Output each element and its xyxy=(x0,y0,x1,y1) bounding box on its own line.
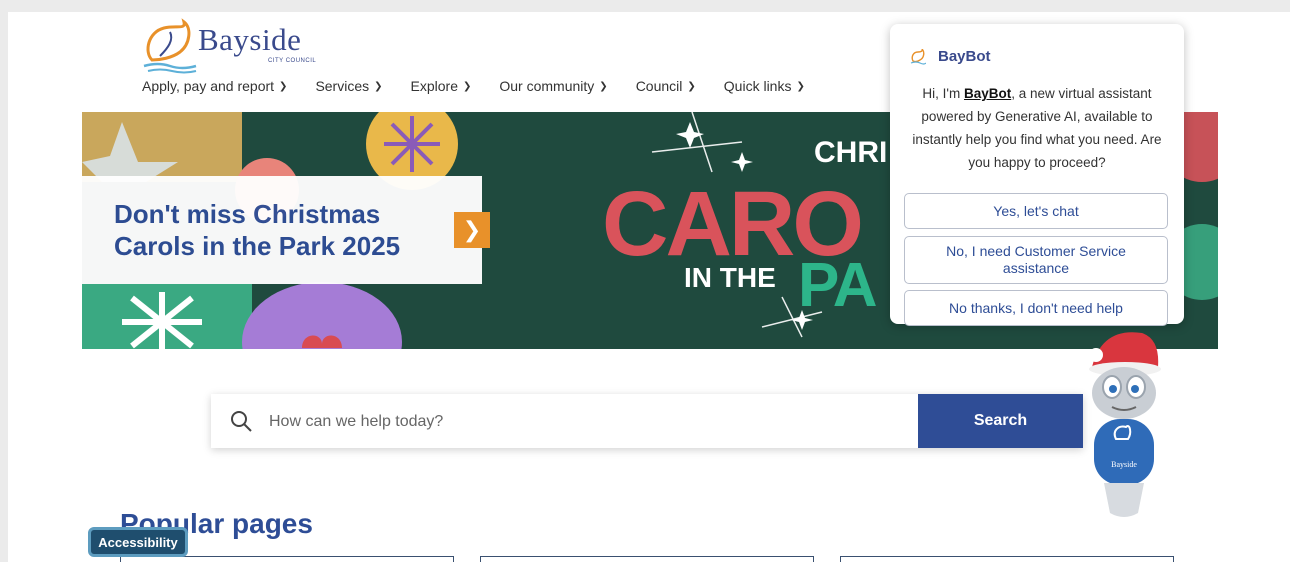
main-nav: Apply, pay and report ❯ Services ❯ Explore… xyxy=(142,78,833,94)
logo-subtext: CITY COUNCIL xyxy=(268,58,317,64)
baybot-name-link[interactable]: BayBot xyxy=(964,86,1011,101)
baybot-mascot[interactable]: Bayside xyxy=(1082,327,1166,523)
chevron-down-icon: ❯ xyxy=(462,80,472,92)
nav-apply-pay-report[interactable]: Apply, pay and report ❯ xyxy=(142,78,287,94)
banner-art-inthe: IN THE xyxy=(684,262,776,293)
baybot-panel: BayBot Hi, I'm BayBot, a new virtual ass… xyxy=(890,24,1184,326)
logo-swan-icon xyxy=(143,18,197,74)
baybot-name: BayBot xyxy=(938,48,991,65)
accessibility-button[interactable]: Accessibility xyxy=(88,527,188,557)
nav-council[interactable]: Council ❯ xyxy=(636,78,696,94)
option-no-thanks[interactable]: No thanks, I don't need help xyxy=(904,290,1168,326)
banner-art-pa: PA xyxy=(798,251,878,320)
popular-card[interactable] xyxy=(480,556,814,562)
logo-text: Bayside xyxy=(198,22,302,57)
baybot-header: BayBot xyxy=(910,48,991,65)
chevron-right-icon: ❯ xyxy=(462,217,482,242)
page: Bayside CITY COUNCIL Apply, pay and repo… xyxy=(8,12,1290,562)
option-yes-chat[interactable]: Yes, let's chat xyxy=(904,193,1168,229)
banner-card: Don't miss Christmas Carols in the Park … xyxy=(82,176,482,284)
popular-card[interactable] xyxy=(840,556,1174,562)
banner-art-chri: CHRI xyxy=(814,136,888,169)
chevron-down-icon: ❯ xyxy=(687,80,696,92)
search-bar: Search xyxy=(211,394,1083,450)
search-input[interactable] xyxy=(267,394,911,450)
nav-services[interactable]: Services ❯ xyxy=(315,78,382,94)
nav-our-community[interactable]: Our community ❯ xyxy=(499,78,607,94)
baybot-logo-icon xyxy=(910,48,926,65)
bayside-logo[interactable]: Bayside CITY COUNCIL xyxy=(140,18,320,74)
search-button[interactable]: Search xyxy=(918,394,1083,448)
search-icon xyxy=(231,411,252,432)
chevron-down-icon: ❯ xyxy=(599,80,608,92)
option-customer-service[interactable]: No, I need Customer Service assistance xyxy=(904,236,1168,284)
chevron-down-icon: ❯ xyxy=(374,80,383,92)
banner-arrow-button[interactable]: ❯ xyxy=(454,212,490,248)
banner-title[interactable]: Don't miss Christmas Carols in the Park … xyxy=(114,198,434,262)
mascot-text: Bayside xyxy=(1111,460,1137,469)
chevron-down-icon: ❯ xyxy=(796,80,805,92)
chevron-down-icon: ❯ xyxy=(279,80,288,92)
baybot-message: Hi, I'm BayBot, a new virtual assistant … xyxy=(912,86,1162,170)
nav-quick-links[interactable]: Quick links ❯ xyxy=(724,78,805,94)
nav-explore[interactable]: Explore ❯ xyxy=(411,78,472,94)
